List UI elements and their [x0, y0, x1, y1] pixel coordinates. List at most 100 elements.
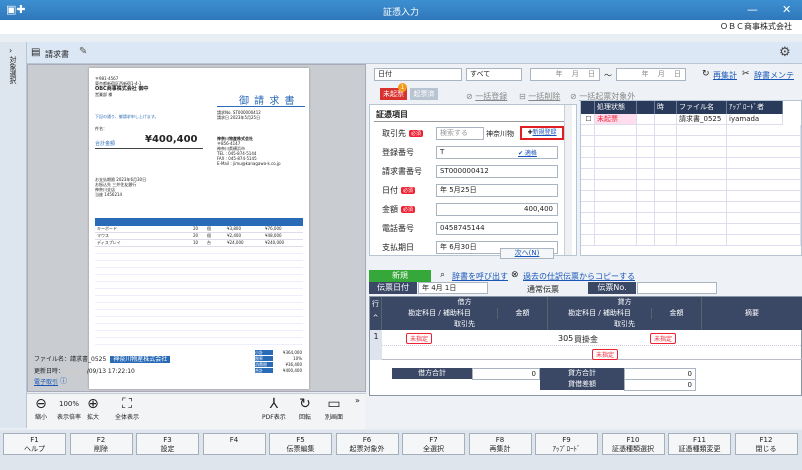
zoom-out-button[interactable]: ⊖ 縮小 [35, 396, 47, 421]
fkey-f12[interactable]: F12 閉じる [734, 433, 798, 455]
pen-icon[interactable]: ✎ [79, 46, 87, 57]
book-icon: ⌕ [440, 270, 446, 280]
grid-empty-cell [595, 202, 637, 213]
grid-empty-cell [655, 235, 677, 246]
tab-processed[interactable]: 起票済 [410, 88, 438, 100]
field-label: 日付 必須 [382, 186, 416, 195]
grid-header-0[interactable]: 処理状態 [595, 101, 637, 114]
next-button[interactable]: 次へ(N) [500, 248, 554, 259]
journal-type: 通常伝票 [527, 285, 559, 294]
electronic-transaction-link[interactable]: 電子取引 [34, 377, 58, 386]
date-label: 伝票日付 [369, 282, 417, 294]
grid-header-3[interactable]: ファイル名 [677, 101, 727, 114]
field-input[interactable]: 0458745144 [436, 222, 558, 235]
credit-account-header: 勘定科目 / 補助科目 [548, 308, 652, 319]
grid-header-2[interactable]: 時 [655, 101, 677, 114]
new-window-button[interactable]: ▭ 別画面 [325, 396, 343, 421]
fit-all-button[interactable]: ⛶ 全体表示 [115, 396, 139, 421]
grid-empty-cell [677, 224, 727, 235]
fkey-f10[interactable]: F10 証憑種類選択 [601, 433, 665, 455]
debit-unassigned-tag[interactable]: 未指定 [406, 333, 433, 344]
new-register-button[interactable]: ✚新規登録 [520, 126, 564, 140]
grid-empty-cell [727, 169, 801, 180]
grid-empty-cell [727, 125, 801, 136]
side-panel-tab[interactable]: › 対象選択 [0, 42, 27, 428]
copy-past-link[interactable]: 過去の仕訳伝票からコピーする [523, 271, 635, 282]
fkey-f1[interactable]: F1 ヘルプ [3, 433, 66, 455]
grid-empty-cell [677, 158, 727, 169]
grid-empty-cell [655, 202, 677, 213]
credit-partner-tag[interactable]: 未指定 [592, 349, 619, 360]
zoom-in-button[interactable]: ⊕ 拡大 [87, 396, 99, 421]
window-icon: ▭ [327, 396, 341, 412]
credit-unassigned-tag[interactable]: 未指定 [650, 333, 677, 344]
field-input[interactable]: 400,400 [436, 203, 558, 216]
journal-no-input[interactable] [637, 282, 717, 294]
fkey-f2[interactable]: F2 削除 [69, 433, 133, 455]
form-row: 金額 必須 400,400 [370, 200, 570, 219]
grid-header-1[interactable] [637, 101, 655, 114]
grid-empty-cell [655, 180, 677, 191]
date-from[interactable]: 年 月 日 [530, 68, 600, 81]
dictionary-call-link[interactable]: 辞書を呼び出す [452, 271, 508, 282]
grid-header-4[interactable]: ｱｯﾌﾟﾛｰﾄﾞ者 [727, 101, 783, 114]
form-scrollbar[interactable] [564, 105, 572, 255]
fkey-f11[interactable]: F11 証憑種類変更 [668, 433, 731, 455]
minimize-button[interactable]: — [747, 3, 758, 16]
field-input[interactable]: ST000000412 [436, 165, 558, 178]
fkey-f8[interactable]: F8 再集計 [468, 433, 532, 455]
summary-value: 10% [293, 356, 302, 361]
voucher-grid: 処理状態 時ファイル名 ｱｯﾌﾟﾛｰﾄﾞ者 ☐ 未起票 請求書_0525 iyamada [580, 100, 802, 256]
pdf-view-button[interactable]: ⅄ PDF表示 [262, 396, 286, 421]
summary-label: 合計 [255, 368, 273, 373]
fkey-code: F3 [163, 436, 172, 444]
invoice-meta: 請求No. ST000000412 請求日 2023年5月25日 [217, 110, 261, 120]
grid-empty-cell [581, 136, 595, 147]
invoice-item-name: キーボード [97, 226, 117, 231]
rotate-button[interactable]: ↻ 回転 [299, 396, 311, 421]
field-label: 電話番号 [382, 224, 414, 233]
bulk-delete-link[interactable]: ⊟ 一括削除 [519, 91, 560, 102]
new-journal-button[interactable]: 新規 [369, 270, 431, 282]
fkey-f3[interactable]: F3 設定 [136, 433, 199, 455]
field-input[interactable]: 検索する [436, 127, 484, 140]
invoice-page: 〒981-4567 東京都新宿区西新宿1-4-1 OBC商事株式会社 御中 営業部 様… [89, 68, 309, 389]
reaggregate-link[interactable]: 再集計 [713, 70, 737, 81]
info-icon[interactable]: ⓘ [60, 376, 67, 386]
field-input[interactable]: 年 5月25日 [436, 184, 558, 197]
grid-empty-cell [655, 213, 677, 224]
grid-empty-cell [727, 213, 801, 224]
title-bar: ▣✚ 証憑入力 — ✕ [0, 0, 802, 20]
grid-empty-cell [637, 224, 655, 235]
dictionary-link[interactable]: 辞書メンテ [754, 70, 794, 81]
bulk-register-link[interactable]: ⊘ 一括登録 [466, 91, 507, 102]
expand-icon[interactable]: » [355, 396, 360, 405]
summary-label: 税率 [255, 356, 273, 361]
close-button[interactable]: ✕ [782, 3, 791, 16]
grid-empty-cell [595, 158, 637, 169]
file-tag: 神奈川物産株式会社 [110, 356, 171, 363]
journal-no-label: 伝票No. [588, 282, 636, 294]
credit-code: 305 [558, 334, 574, 343]
field-input[interactable]: T [436, 146, 558, 159]
journal-date[interactable]: 年 4月 1日 [418, 282, 488, 294]
status-select[interactable]: すべて [466, 68, 522, 81]
diff-value: 0 [624, 379, 696, 391]
date-to[interactable]: 年 月 日 [616, 68, 686, 81]
invoice-empty-row [95, 289, 303, 296]
fkey-f5[interactable]: F5 伝票編集 [269, 433, 332, 455]
invoice-empty-row [95, 331, 303, 338]
date-mode-select[interactable]: 日付 [374, 68, 462, 81]
gear-icon[interactable]: ⚙ [779, 45, 791, 60]
zoom-percent[interactable]: 100% 表示倍率 [57, 396, 81, 421]
fkey-f9[interactable]: F9 ｱｯﾌﾟﾛｰﾄﾞ [535, 433, 598, 455]
qualified-link[interactable]: ✔ 適格 [518, 148, 537, 157]
fkey-f6[interactable]: F6 起票対象外 [335, 433, 399, 455]
fkey-f4[interactable]: F4 [202, 433, 266, 455]
invoice-empty-row [95, 254, 303, 261]
fkey-f7[interactable]: F7 全選択 [402, 433, 465, 455]
invoice-total: ¥400,400 [145, 134, 198, 145]
grid-empty-cell [655, 224, 677, 235]
grid-row-checkbox[interactable]: ☐ [581, 114, 595, 125]
exclude-icon: ⊘ [570, 92, 577, 101]
